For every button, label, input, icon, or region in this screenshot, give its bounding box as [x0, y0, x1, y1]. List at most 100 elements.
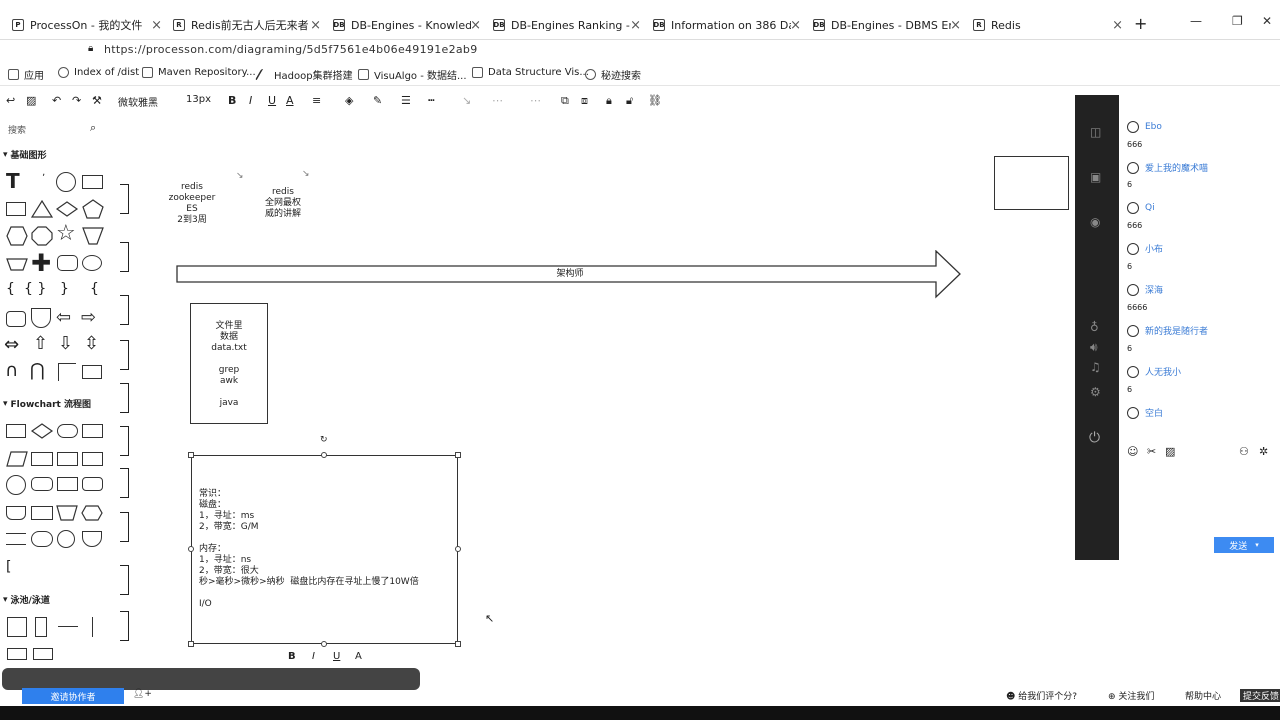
search-icon[interactable]: ⌕	[90, 121, 96, 135]
process-shape[interactable]	[6, 424, 26, 438]
section-basic-shapes[interactable]: 基础图形	[3, 148, 47, 161]
pentagon-shape[interactable]	[81, 198, 105, 220]
brace-right-shape[interactable]: }	[60, 281, 69, 297]
down-arrow-shape[interactable]: ⇩	[58, 333, 73, 354]
bold-icon[interactable]: B	[228, 94, 236, 107]
power-icon[interactable]: ⏻	[1089, 430, 1100, 446]
inline-underline-icon[interactable]: U	[333, 651, 340, 662]
notes-text[interactable]: 常识： 磁盘： 1，寻址：ms 2，带宽：G/M 内存： 1，寻址：ns 2，带…	[199, 489, 419, 610]
share-icon[interactable]: ◉	[1090, 215, 1100, 229]
bookmark-hadoop[interactable]: Hadoop集群搭建	[254, 67, 353, 82]
font-size-select[interactable]: 13px	[186, 94, 211, 105]
square-shape[interactable]	[6, 202, 26, 216]
bracket-shape[interactable]: {	[90, 281, 99, 297]
close-icon[interactable]: ×	[630, 18, 641, 33]
data-shape[interactable]	[5, 450, 29, 468]
resize-handle[interactable]	[188, 546, 194, 552]
delay-shape[interactable]	[82, 477, 103, 491]
internal-storage-shape[interactable]	[57, 452, 78, 466]
rectangle-shape[interactable]	[82, 175, 103, 189]
callout-shape[interactable]	[31, 308, 51, 328]
font-color-icon[interactable]: A	[286, 94, 294, 107]
stored-data-shape[interactable]	[31, 477, 53, 491]
url-field[interactable]: https://processon.com/diagraming/5d5f756…	[104, 43, 478, 56]
bring-front-icon[interactable]: ⧉	[561, 94, 569, 108]
bookmark-apps[interactable]: 应用	[8, 67, 44, 82]
vertical-pool-shape[interactable]	[7, 617, 27, 637]
block-shape[interactable]	[82, 365, 102, 379]
add-collaborator-icon[interactable]: 👤︎+	[133, 689, 152, 699]
chat-icon[interactable]: ◫	[1090, 125, 1101, 139]
connector-circle-shape[interactable]	[6, 475, 26, 495]
u-arrow-shape[interactable]: ⋂	[30, 360, 45, 381]
undo-icon[interactable]: ↶	[52, 94, 61, 107]
resize-handle[interactable]	[321, 452, 327, 458]
triangle-shape[interactable]	[30, 199, 54, 219]
fill-color-icon[interactable]: ◈	[345, 94, 353, 107]
chevron-down-icon[interactable]: ▾	[1255, 541, 1259, 549]
send-button[interactable]: 发送 ▾	[1214, 537, 1274, 553]
brace-pair-shape[interactable]: { }	[24, 281, 46, 297]
help-link[interactable]: 帮助中心	[1185, 689, 1221, 702]
align-icon[interactable]: ≡	[312, 94, 321, 107]
shield-shape[interactable]	[81, 225, 105, 247]
left-arrow-shape[interactable]: ⇦	[56, 307, 71, 328]
up-arrow-shape[interactable]: ⇧	[33, 333, 48, 354]
redo-icon[interactable]: ↷	[72, 94, 81, 107]
rate-link[interactable]: ☻ 给我们评个分?	[1006, 689, 1077, 702]
tab-redis-article[interactable]: R Redis前无古人后无来者 - ×	[173, 15, 321, 35]
decision-shape[interactable]	[30, 421, 54, 441]
resize-handle[interactable]	[455, 641, 461, 647]
text-tool-icon[interactable]: T	[6, 169, 20, 193]
horizontal-lane-shape[interactable]	[33, 648, 53, 660]
follow-link[interactable]: ⊕ 关注我们	[1108, 689, 1154, 702]
updown-arrow-shape[interactable]: ⇳	[84, 333, 99, 354]
resize-handle[interactable]	[321, 641, 327, 647]
preparation-shape[interactable]	[80, 504, 104, 522]
bookmark-visualgo[interactable]: VisuAlgo - 数据结...	[358, 67, 467, 82]
display-shape[interactable]	[82, 452, 103, 466]
bookmark-ds-vis[interactable]: Data Structure Vis...	[472, 67, 589, 78]
note-redis-zookeeper[interactable]: redis zookeeper ES 2到3周	[162, 182, 222, 226]
end-arrow-icon[interactable]: ⋯	[530, 94, 541, 107]
settings-icon[interactable]: ⚙	[1090, 385, 1101, 399]
off-page-circle-shape[interactable]	[57, 530, 75, 548]
resize-handle[interactable]	[455, 546, 461, 552]
right-arrow-shape[interactable]: ⇨	[81, 307, 96, 328]
resize-handle[interactable]	[455, 452, 461, 458]
emoji-icon[interactable]: ☺	[1127, 445, 1138, 458]
tab-db-information[interactable]: DBInformation on 386 Data×	[653, 15, 801, 35]
u-turn-shape[interactable]: ∩	[5, 360, 18, 381]
music-icon[interactable]: ♫	[1090, 360, 1101, 374]
format-brush-icon[interactable]: ▨	[26, 94, 36, 107]
inline-italic-icon[interactable]: I	[312, 651, 315, 662]
inline-bold-icon[interactable]: B	[288, 651, 296, 662]
tab-redis[interactable]: R Redis ×	[973, 15, 1123, 35]
rounded-process-shape[interactable]	[31, 531, 53, 547]
italic-icon[interactable]: I	[249, 94, 252, 107]
link-icon[interactable]: ⛓	[648, 94, 662, 107]
rounded-rect-shape[interactable]	[57, 255, 78, 271]
close-icon[interactable]: ×	[1112, 18, 1123, 33]
minimize-icon[interactable]: —	[1190, 14, 1202, 28]
inline-font-color-icon[interactable]: A	[355, 651, 362, 662]
paint-format-icon[interactable]: ⚒	[92, 94, 102, 107]
close-icon[interactable]: ×	[310, 18, 321, 33]
resize-handle[interactable]	[188, 641, 194, 647]
new-tab-plus-icon[interactable]: +	[1134, 14, 1147, 33]
restore-icon[interactable]: ❐	[1232, 14, 1243, 28]
punched-tape-shape[interactable]	[6, 506, 26, 520]
close-icon[interactable]: ×	[790, 18, 801, 33]
send-back-icon[interactable]: ⧈	[581, 94, 588, 108]
tab-db-encyclopedia[interactable]: DBDB-Engines - DBMS Ency×	[813, 15, 961, 35]
terminator-shape[interactable]	[57, 424, 78, 438]
connector-icon[interactable]: ↘	[462, 94, 471, 107]
note-redis-authority[interactable]: redis 全网最权 威的讲解	[253, 187, 313, 220]
resize-handle[interactable]	[188, 452, 194, 458]
lock-shape-icon[interactable]: 🔒︎	[606, 94, 612, 108]
off-page-connector-shape[interactable]	[82, 531, 102, 547]
brace-left-shape[interactable]: {	[6, 281, 15, 297]
font-family-select[interactable]: 微软雅黑	[118, 94, 158, 109]
annotation-shape[interactable]	[6, 533, 26, 545]
manual-operation-shape[interactable]	[55, 504, 79, 522]
